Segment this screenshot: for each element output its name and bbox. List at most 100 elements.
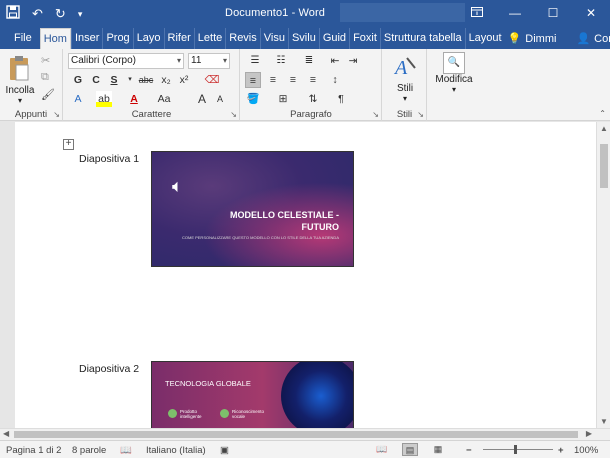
proofing-icon[interactable]: 📖: [120, 445, 132, 456]
slide-1-subtitle: COME PERSONALIZZARE QUESTO MODELLO CON L…: [181, 235, 339, 240]
macro-icon[interactable]: ▣: [220, 445, 229, 456]
chevron-down-icon[interactable]: ▾: [389, 94, 421, 103]
align-left-icon[interactable]: ≡: [245, 72, 261, 88]
search-icon: 🔍: [443, 52, 465, 74]
tab-view[interactable]: Visu: [259, 28, 288, 49]
horizontal-scrollbar[interactable]: ◀ ▶: [0, 428, 610, 440]
language[interactable]: Italiano (Italia): [146, 445, 206, 456]
bullets-icon[interactable]: ☰: [245, 53, 265, 69]
tab-table-design[interactable]: Struttura tabella: [379, 28, 465, 49]
vertical-scrollbar[interactable]: ▲ ▼: [596, 122, 610, 428]
slide-1-thumbnail[interactable]: 🔈︎ MODELLO CELESTIALE - FUTURO COME PERS…: [151, 151, 354, 267]
shrink-font-button[interactable]: A: [212, 91, 228, 107]
strikethrough-button[interactable]: abc: [136, 72, 156, 88]
slide-1-title-line2: FUTURO: [301, 222, 340, 232]
paste-button[interactable]: Incolla ▾: [4, 54, 36, 105]
bold-button[interactable]: G: [70, 72, 86, 88]
copy-icon[interactable]: ⧉: [41, 71, 49, 84]
page-count[interactable]: Pagina 1 di 2: [6, 445, 61, 456]
close-icon[interactable]: ✕: [572, 0, 610, 28]
tab-design[interactable]: Prog: [102, 28, 132, 49]
window-controls: — ☐ ✕: [458, 0, 610, 28]
font-group-label: Carattere: [131, 109, 172, 120]
format-painter-icon[interactable]: 🖌: [41, 88, 55, 101]
sort-icon[interactable]: ⇅: [305, 91, 321, 107]
title-separator: -: [291, 7, 296, 19]
dialog-launcher-icon[interactable]: ↘: [417, 110, 424, 119]
justify-icon[interactable]: ≡: [305, 72, 321, 88]
chevron-down-icon[interactable]: ▾: [432, 85, 476, 94]
slide-2-item2: Riconoscimento vocale: [232, 409, 265, 419]
zoom-slider-knob[interactable]: [513, 445, 517, 454]
show-marks-icon[interactable]: ¶: [333, 91, 349, 107]
align-center-icon[interactable]: ≡: [265, 72, 281, 88]
shading-icon[interactable]: 🪣: [245, 91, 261, 107]
tab-references[interactable]: Rifer: [163, 28, 194, 49]
slide-2-title: TECNOLOGIA GLOBALE: [165, 379, 251, 388]
subscript-button[interactable]: x₂: [158, 72, 174, 88]
text-effects-icon[interactable]: A: [70, 91, 86, 107]
scroll-left-icon[interactable]: ◀: [3, 429, 9, 438]
font-size-combo[interactable]: 11 ▾: [188, 53, 230, 69]
dialog-launcher-icon[interactable]: ↘: [53, 110, 60, 119]
print-layout-icon[interactable]: ▤: [402, 443, 418, 456]
paragraph-group: ☰ ☷ ≣ ⇤ ⇥ ≡ ≡ ≡ ≡ ↕ 🪣 ⊞ ⇅ ¶ Paragrafo ↘: [241, 49, 382, 121]
align-right-icon[interactable]: ≡: [285, 72, 301, 88]
decrease-indent-icon[interactable]: ⇤: [327, 53, 343, 69]
line-spacing-icon[interactable]: ↕: [327, 72, 343, 88]
maximize-icon[interactable]: ☐: [534, 0, 572, 28]
zoom-out-icon[interactable]: −: [466, 445, 472, 456]
ribbon-display-icon[interactable]: [458, 0, 496, 28]
share-button[interactable]: 👤 Condividi: [573, 28, 610, 49]
tab-review[interactable]: Revis: [225, 28, 260, 49]
tab-home[interactable]: Hom: [39, 28, 71, 49]
chevron-down-icon[interactable]: ▾: [4, 96, 36, 105]
italic-button[interactable]: C: [88, 72, 104, 88]
tab-foxit[interactable]: Foxit: [349, 28, 380, 49]
underline-button[interactable]: S: [106, 72, 122, 88]
scroll-down-icon[interactable]: ▼: [597, 417, 610, 426]
tab-mailings[interactable]: Lette: [193, 28, 225, 49]
minimize-icon[interactable]: —: [496, 0, 534, 28]
grow-font-button[interactable]: A: [194, 91, 210, 107]
scroll-up-icon[interactable]: ▲: [597, 124, 610, 133]
scroll-right-icon[interactable]: ▶: [586, 429, 592, 438]
multilevel-list-icon[interactable]: ≣: [299, 53, 319, 69]
dialog-launcher-icon[interactable]: ↘: [230, 110, 237, 119]
slide-2-thumbnail[interactable]: TECNOLOGIA GLOBALE Prodotto intelligente…: [151, 361, 354, 428]
slide-1-title-line1: MODELLO CELESTIALE -: [230, 210, 339, 220]
tab-table-layout[interactable]: Layout: [464, 28, 505, 49]
tab-guide[interactable]: Guid: [318, 28, 349, 49]
vertical-scroll-thumb[interactable]: [600, 144, 608, 188]
collapse-ribbon-icon[interactable]: ⌃: [599, 109, 606, 118]
clear-formatting-icon[interactable]: ⌫: [204, 72, 220, 88]
zoom-in-icon[interactable]: +: [558, 445, 564, 456]
horizontal-scroll-thumb[interactable]: [14, 431, 578, 438]
font-name-combo[interactable]: Calibri (Corpo) ▾: [68, 53, 184, 69]
dialog-launcher-icon[interactable]: ↘: [372, 110, 379, 119]
font-color-icon[interactable]: A: [126, 91, 142, 107]
tab-insert[interactable]: Inser: [70, 28, 102, 49]
tab-developer[interactable]: Svilu: [287, 28, 319, 49]
change-case-button[interactable]: Aa: [154, 91, 174, 107]
editing-button[interactable]: 🔍 Modifica ▾: [432, 52, 476, 94]
word-count[interactable]: 8 parole: [72, 445, 106, 456]
paragraph-group-label: Paragrafo: [290, 109, 332, 120]
web-layout-icon[interactable]: ▦: [430, 443, 446, 456]
increase-indent-icon[interactable]: ⇥: [345, 53, 361, 69]
tab-layout[interactable]: Layo: [132, 28, 164, 49]
styles-button[interactable]: A Stili ▾: [389, 54, 421, 103]
highlight-icon[interactable]: ab: [96, 91, 112, 107]
superscript-button[interactable]: x²: [176, 72, 192, 88]
read-mode-icon[interactable]: 📖: [374, 443, 390, 456]
zoom-level[interactable]: 100%: [574, 445, 598, 456]
document-page[interactable]: + Diapositiva 1 🔈︎ MODELLO CELESTIALE - …: [15, 122, 596, 428]
styles-label: Stili: [396, 83, 414, 94]
table-move-handle-icon[interactable]: +: [63, 139, 74, 150]
tab-file[interactable]: File: [4, 28, 40, 49]
borders-icon[interactable]: ⊞: [275, 91, 291, 107]
cut-icon[interactable]: ✂: [41, 54, 50, 67]
zoom-slider-track[interactable]: [483, 449, 553, 450]
numbering-icon[interactable]: ☷: [271, 53, 291, 69]
tell-me[interactable]: 💡 Dimmi: [505, 28, 560, 49]
